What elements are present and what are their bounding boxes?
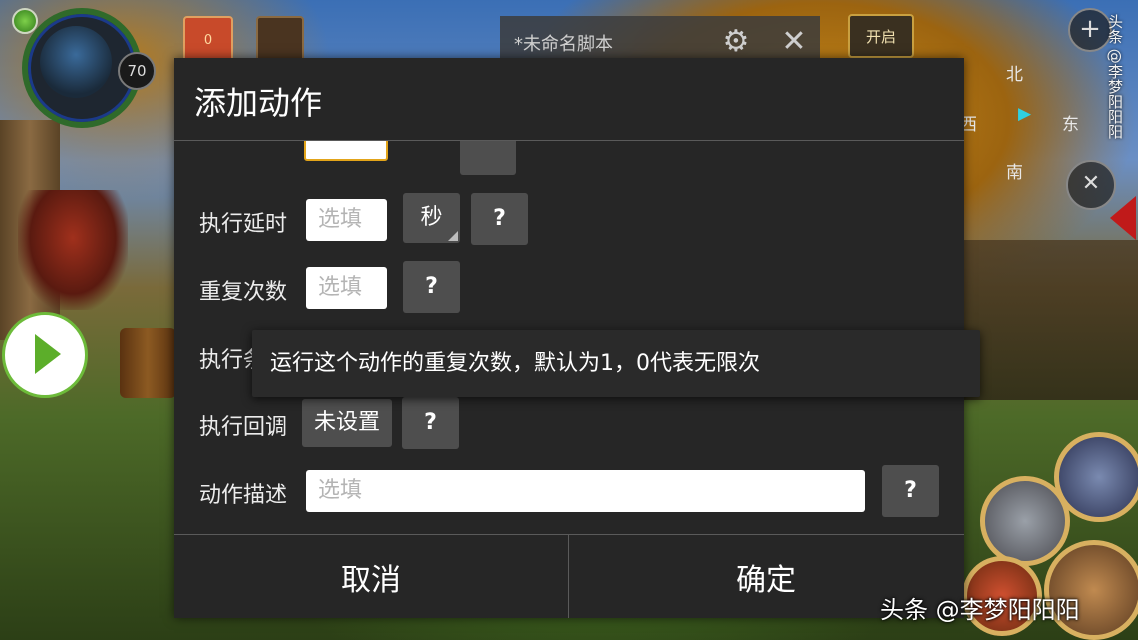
start-button[interactable]: 开启 xyxy=(848,14,914,58)
dropdown-corner-icon xyxy=(448,231,458,241)
sword-icon[interactable]: ✕ xyxy=(1066,160,1116,210)
script-name[interactable]: *未命名脚本 xyxy=(514,30,613,56)
callback-help-button[interactable]: ? xyxy=(402,397,459,449)
repeat-help-button[interactable]: ? xyxy=(403,261,460,313)
player-avatar[interactable] xyxy=(40,26,112,98)
repeat-input[interactable]: 选填 xyxy=(306,267,387,309)
level-badge: 70 xyxy=(118,52,156,90)
description-help-button[interactable]: ? xyxy=(882,465,939,517)
delay-label: 执行延时 xyxy=(199,212,288,237)
gem-slot[interactable]: 0 xyxy=(183,16,233,64)
delay-unit-label: 秒 xyxy=(420,205,443,230)
compass-north: 北 xyxy=(1006,65,1023,85)
callback-button[interactable]: 未设置 xyxy=(302,399,392,447)
compass: 北 西 ▶ 东 南 xyxy=(960,60,1080,183)
cancel-button[interactable]: 取消 xyxy=(174,535,568,618)
player-arrow-icon: ▶ xyxy=(1018,104,1032,124)
gear-icon[interactable]: ⚙ xyxy=(718,24,754,60)
description-input[interactable]: 选填 xyxy=(306,470,865,512)
item-slot[interactable] xyxy=(256,16,304,64)
monster-character xyxy=(18,190,128,310)
skill-button-2[interactable] xyxy=(980,476,1070,566)
compass-south: 南 xyxy=(1006,163,1023,183)
scrolled-help-button[interactable] xyxy=(460,141,516,175)
delay-input[interactable]: 选填 xyxy=(306,199,387,241)
help-tooltip: 运行这个动作的重复次数，默认为1，0代表无限次 xyxy=(252,330,980,397)
watermark-vertical: 头条 @李梦阳阳阳 xyxy=(1106,14,1124,139)
watermark-bottom: 头条 @李梦阳阳阳 xyxy=(880,596,1080,624)
red-arrow-icon[interactable] xyxy=(1110,196,1136,240)
dialog-title: 添加动作 xyxy=(194,84,323,122)
delay-unit-dropdown[interactable]: 秒 xyxy=(403,193,460,243)
compass-east: 东 xyxy=(1062,115,1079,135)
stone-wall xyxy=(960,240,1138,400)
play-button[interactable] xyxy=(2,312,88,398)
scrolled-input[interactable] xyxy=(304,141,388,161)
delay-help-button[interactable]: ? xyxy=(471,193,528,245)
callback-label: 执行回调 xyxy=(199,415,288,440)
close-icon[interactable]: ✕ xyxy=(776,24,812,60)
description-label: 动作描述 xyxy=(199,483,288,508)
barrel xyxy=(120,328,176,398)
repeat-label: 重复次数 xyxy=(199,280,288,305)
